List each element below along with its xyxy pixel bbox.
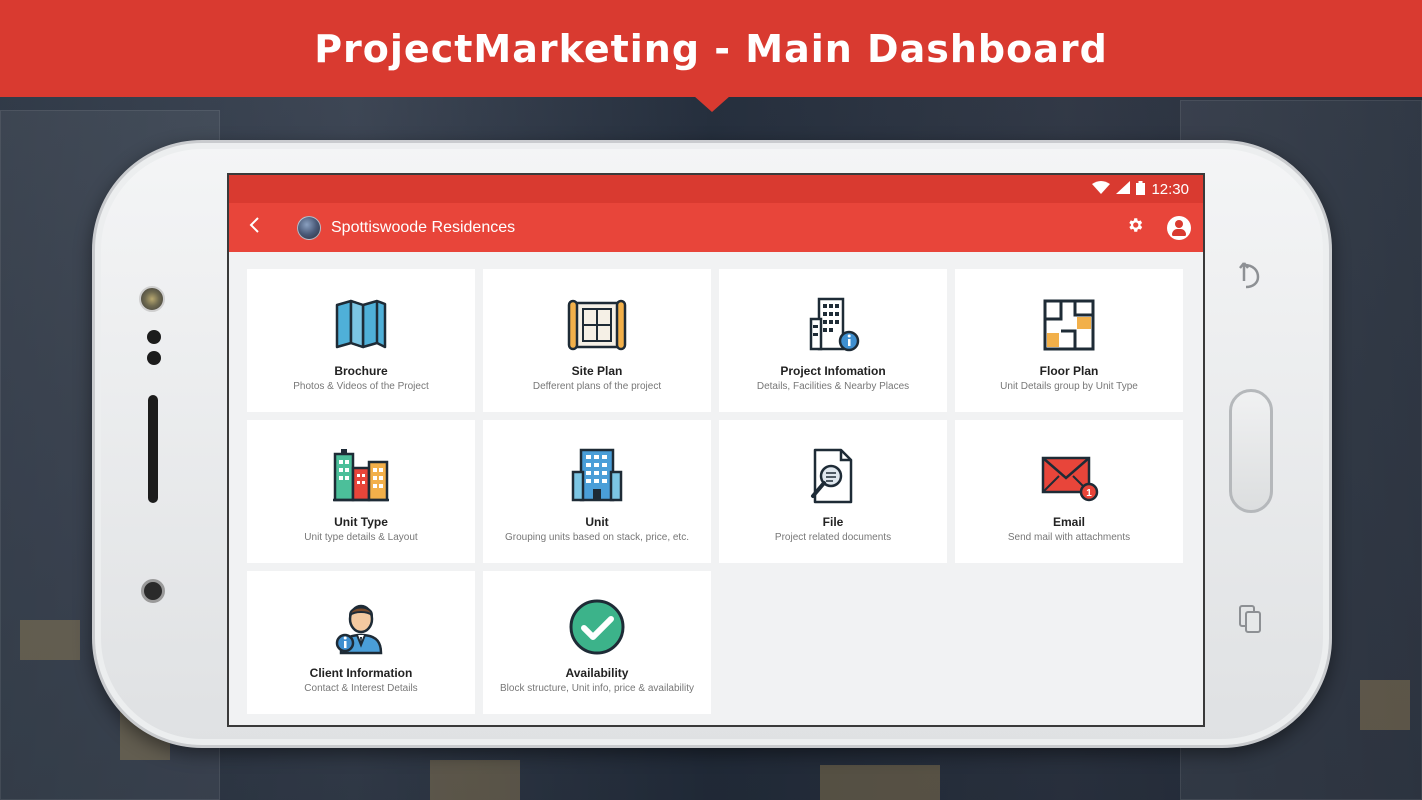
tile-availability[interactable]: Availability Block structure, Unit info,…: [483, 571, 711, 714]
gear-icon[interactable]: [1121, 216, 1149, 240]
tile-subtitle: Project related documents: [774, 532, 892, 543]
tile-unit[interactable]: Unit Grouping units based on stack, pric…: [483, 420, 711, 563]
tile-subtitle: Grouping units based on stack, price, et…: [505, 532, 689, 543]
tile-title: Brochure: [334, 364, 388, 378]
svg-text:1: 1: [1086, 488, 1092, 499]
tile-subtitle: Send mail with attachments: [1007, 532, 1131, 543]
tile-brochure[interactable]: Brochure Photos & Videos of the Project: [247, 269, 475, 412]
check-circle-icon: [569, 599, 625, 655]
envelope-icon: 1: [1041, 456, 1099, 502]
tile-subtitle: Details, Facilities & Nearby Places: [756, 381, 910, 392]
wifi-icon: [1092, 181, 1111, 197]
tile-title: Unit Type: [334, 515, 388, 529]
tile-site-plan[interactable]: Site Plan Defferent plans of the project: [483, 269, 711, 412]
tile-project-information[interactable]: Project Infomation Details, Facilities &…: [719, 269, 947, 412]
tile-floor-plan[interactable]: Floor Plan Unit Details group by Unit Ty…: [955, 269, 1183, 412]
sensor-dot: [147, 330, 161, 344]
tile-title: Unit: [585, 515, 609, 529]
project-logo: [297, 215, 321, 240]
tile-title: Project Infomation: [780, 364, 886, 378]
status-time: 12:30: [1151, 180, 1189, 198]
tile-title: Email: [1052, 515, 1085, 529]
tile-title: Availability: [565, 666, 629, 680]
blueprint-icon: [567, 299, 627, 351]
tile-subtitle: Contact & Interest Details: [304, 683, 418, 694]
user-avatar-icon[interactable]: [1167, 215, 1191, 240]
tile-email[interactable]: 1 Email Send mail with attachments: [955, 420, 1183, 563]
battery-icon: [1136, 180, 1146, 198]
recent-apps-icon[interactable]: [1235, 601, 1265, 641]
tower-icon: [571, 448, 623, 502]
tile-subtitle: Photos & Videos of the Project: [293, 381, 429, 392]
phone-frame: 12:30 Spottiswoode Residences Brochure P…: [92, 140, 1332, 748]
banner-notch: [694, 96, 730, 112]
sensor-dot: [147, 351, 161, 365]
document-search-icon: [811, 448, 853, 504]
tile-title: Floor Plan: [1039, 364, 1099, 378]
flash-icon: [139, 286, 165, 312]
tile-subtitle: Unit type details & Layout: [304, 532, 418, 543]
banner-title: ProjectMarketing - Main Dashboard: [314, 26, 1108, 71]
city-buildings-icon: [333, 449, 389, 502]
client-icon: [335, 604, 383, 655]
tile-subtitle: Defferent plans of the project: [532, 381, 662, 392]
top-banner: ProjectMarketing - Main Dashboard: [0, 0, 1422, 97]
hardware-back-icon[interactable]: [1235, 255, 1265, 295]
building-info-icon: [809, 297, 860, 352]
front-camera: [141, 579, 165, 603]
tile-title: File: [822, 515, 844, 529]
tile-file[interactable]: File Project related documents: [719, 420, 947, 563]
project-title: Spottiswoode Residences: [331, 218, 516, 236]
app-toolbar: Spottiswoode Residences: [229, 203, 1203, 252]
tile-subtitle: Unit Details group by Unit Type: [1000, 381, 1138, 392]
home-button[interactable]: [1229, 389, 1273, 513]
floor-plan-icon: [1043, 299, 1095, 351]
back-arrow-icon[interactable]: [247, 215, 269, 240]
map-icon: [335, 299, 387, 349]
tile-subtitle: Block structure, Unit info, price & avai…: [500, 683, 694, 694]
tile-client-information[interactable]: Client Information Contact & Interest De…: [247, 571, 475, 714]
tile-title: Client Information: [309, 666, 413, 680]
dashboard-grid: Brochure Photos & Videos of the Project …: [247, 269, 1183, 714]
tile-title: Site Plan: [571, 364, 623, 378]
app-screen: 12:30 Spottiswoode Residences Brochure P…: [227, 173, 1205, 727]
status-bar: 12:30: [229, 175, 1203, 203]
speaker-grille: [148, 395, 158, 503]
tile-unit-type[interactable]: Unit Type Unit type details & Layout: [247, 420, 475, 563]
signal-icon: [1116, 181, 1131, 197]
